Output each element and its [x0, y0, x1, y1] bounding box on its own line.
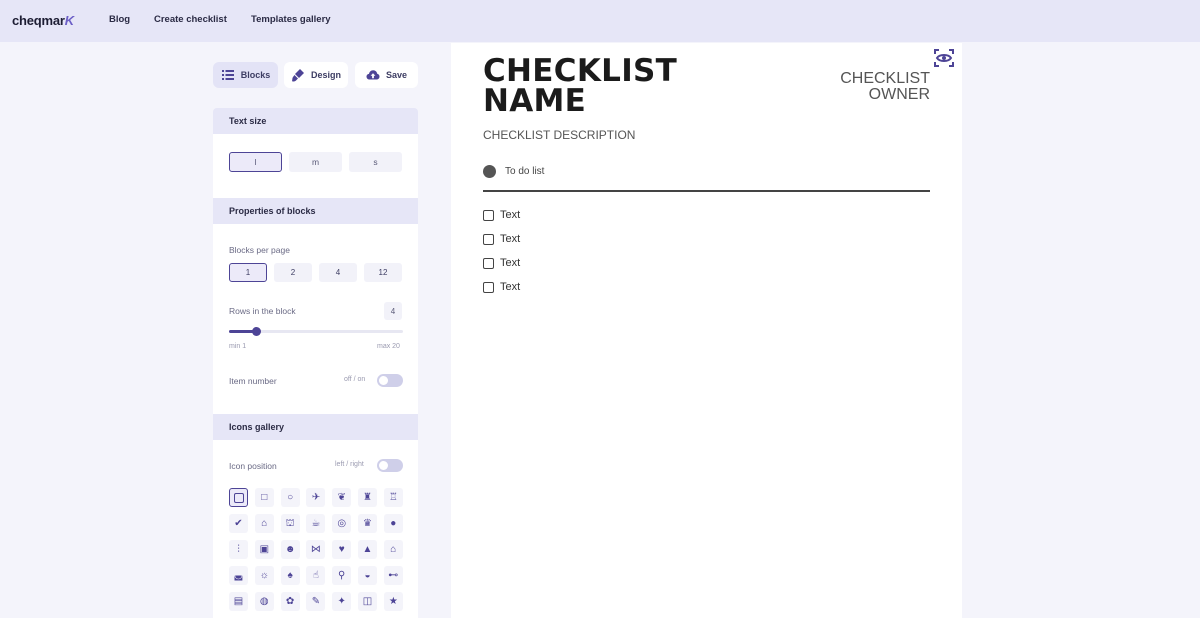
preview-eye-icon[interactable] — [934, 49, 954, 67]
checkbox[interactable] — [483, 234, 494, 245]
properties-heading: Properties of blocks — [213, 198, 418, 224]
text-size-small-button[interactable]: s — [349, 152, 402, 172]
blocks-per-page-1[interactable]: 1 — [229, 263, 267, 282]
square-icon[interactable]: □ — [254, 488, 274, 507]
design-button-label: Design — [310, 70, 341, 80]
blocks-button[interactable]: Blocks — [213, 62, 278, 88]
icons-gallery-heading: Icons gallery — [213, 414, 418, 440]
drop-icon[interactable]: ● — [383, 514, 403, 533]
rows-in-block-label: Rows in the block — [229, 306, 296, 316]
cutlery-icon[interactable]: ⫶ — [229, 540, 248, 559]
cloud-upload-icon — [366, 70, 380, 80]
bubble-icon[interactable]: ◍ — [254, 592, 274, 611]
square-rounded-icon[interactable] — [229, 488, 248, 507]
pot-icon[interactable]: ◛ — [229, 566, 248, 585]
airplane-icon[interactable]: ✈ — [306, 488, 326, 507]
item-number-toggle[interactable] — [377, 374, 403, 387]
nav-link-blog[interactable]: Blog — [109, 14, 130, 25]
balloons-icon[interactable]: ❦ — [332, 488, 352, 507]
todo-list-icon — [483, 165, 496, 178]
list-icon — [221, 70, 234, 80]
checklist-description[interactable]: CHECKLIST DESCRIPTION — [483, 128, 635, 142]
running-icon[interactable]: ✦ — [332, 592, 352, 611]
nav-link-create-checklist[interactable]: Create checklist — [154, 14, 227, 25]
checklist-item-text[interactable]: Text — [500, 281, 520, 293]
blocks-per-page-4[interactable]: 4 — [319, 263, 357, 282]
tree-icon[interactable]: ♠ — [280, 566, 300, 585]
rows-in-block-value[interactable]: 4 — [384, 302, 402, 320]
text-size-large-button[interactable]: l — [229, 152, 282, 172]
item-number-label: Item number — [229, 376, 277, 386]
save-button-label: Save — [385, 70, 408, 80]
icon-position-toggle-label: left / right — [335, 461, 364, 468]
hanger-icon[interactable]: ⌂ — [254, 514, 274, 533]
palette-icon[interactable]: ✿ — [280, 592, 300, 611]
todo-divider — [483, 190, 930, 192]
checklist-item-text[interactable]: Text — [500, 257, 520, 269]
ring-icon[interactable]: ◎ — [332, 514, 352, 533]
science-flask-icon[interactable]: ▲ — [358, 540, 377, 559]
text-size-medium-button[interactable]: m — [289, 152, 342, 172]
trophy-icon[interactable]: ♛ — [358, 514, 377, 533]
baby-bottle-icon[interactable]: ♜ — [358, 488, 377, 507]
blocks-per-page-label: Blocks per page — [229, 245, 290, 255]
checklist-owner[interactable]: CHECKLIST OWNER — [840, 71, 930, 103]
coffee-cup-icon[interactable]: ☕ — [306, 514, 326, 533]
rows-max-label: max 20 — [377, 343, 400, 350]
bow-tie-icon[interactable]: ⋈ — [306, 540, 326, 559]
checkbox[interactable] — [483, 282, 494, 293]
car-icon[interactable]: ◫ — [358, 592, 377, 611]
top-navigation: cheqmarK Blog Create checklist Templates… — [0, 0, 1200, 42]
checklist-item-text[interactable]: Text — [500, 209, 520, 221]
checkbox[interactable] — [483, 210, 494, 221]
icon-position-toggle[interactable] — [377, 459, 403, 472]
pencil-icon[interactable]: ✎ — [306, 592, 326, 611]
todo-list-title[interactable]: To do list — [505, 166, 544, 177]
rows-slider-handle[interactable] — [251, 327, 261, 336]
rows-min-label: min 1 — [229, 343, 247, 350]
save-button[interactable]: Save — [355, 62, 418, 88]
checkbox[interactable] — [483, 258, 494, 269]
dumbbell-icon[interactable]: ⊷ — [383, 566, 403, 585]
gift-icon[interactable]: ▣ — [254, 540, 274, 559]
design-button[interactable]: Design — [284, 62, 348, 88]
square-rounded-shape — [233, 492, 244, 503]
logo[interactable]: cheqmarK — [12, 13, 74, 28]
heart-icon[interactable]: ♥ — [332, 540, 352, 559]
cake-icon[interactable]: ♖ — [383, 488, 403, 507]
icon-position-label: Icon position — [229, 461, 277, 471]
checklist-name[interactable]: CHECKLIST NAME — [483, 56, 677, 117]
nav-link-templates-gallery[interactable]: Templates gallery — [251, 14, 331, 25]
sun-icon[interactable]: ☼ — [254, 566, 274, 585]
graduation-cap-icon[interactable]: ⛫ — [280, 514, 300, 533]
map-pin-icon[interactable]: ⚲ — [332, 566, 352, 585]
check-icon[interactable]: ✔ — [229, 514, 248, 533]
star-icon[interactable]: ★ — [383, 592, 403, 611]
book-icon[interactable]: ▤ — [229, 592, 248, 611]
item-number-toggle-label: off / on — [344, 376, 366, 383]
paintbrush-icon — [291, 69, 304, 82]
home-icon[interactable]: ⌂ — [383, 540, 403, 559]
blocks-button-label: Blocks — [240, 70, 271, 80]
text-size-heading: Text size — [213, 108, 418, 134]
arm-muscle-icon[interactable]: ◒ — [358, 566, 377, 585]
blocks-per-page-2[interactable]: 2 — [274, 263, 312, 282]
smile-icon[interactable]: ☻ — [280, 540, 300, 559]
checklist-item-text[interactable]: Text — [500, 233, 520, 245]
blocks-per-page-12[interactable]: 12 — [364, 263, 402, 282]
thumbs-up-icon[interactable]: ☝ — [306, 566, 326, 585]
circle-icon[interactable]: ○ — [280, 488, 300, 507]
